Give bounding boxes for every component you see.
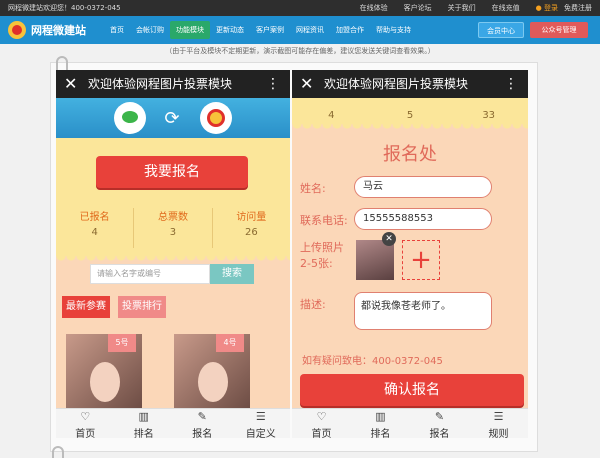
register-link[interactable]: 免费注册 — [564, 0, 592, 16]
heart-icon: ♡ — [316, 410, 327, 423]
link-recharge[interactable]: 在线充值 — [492, 0, 520, 16]
wechat-icon — [114, 102, 146, 134]
nav-item-join[interactable]: 加盟合作 — [330, 21, 370, 39]
notice-text: （由于平台及模块不定期更新，演示截图可能存在偏差，建议您发送关键词查看效果。） — [165, 47, 435, 55]
tab-register[interactable]: ✎ 报名 — [173, 409, 232, 438]
bar-chart-icon: ▥ — [138, 410, 149, 423]
tab-vote-ranking[interactable]: 投票排行 — [118, 296, 166, 318]
bar-chart-icon: ▥ — [375, 410, 386, 423]
stat-total-votes: 总票数 3 — [134, 208, 213, 248]
list-icon: ☰ — [255, 410, 266, 423]
tab-rules[interactable]: ☰ 规则 — [469, 409, 528, 438]
tab-home[interactable]: ♡ 首页 — [292, 409, 351, 438]
desc-textarea[interactable]: 都说我像苍老师了。 — [354, 292, 492, 330]
name-input[interactable]: 马云 — [354, 176, 492, 198]
phone-register-form: ✕ 欢迎体验网程图片投票模块 ⋮ 4 5 33 报名处 姓名: 马云 联系电话:… — [292, 70, 528, 438]
nav-item-help[interactable]: 帮助与支持 — [370, 21, 417, 39]
stat-registered: 已报名 4 — [56, 208, 135, 248]
tab-home[interactable]: ♡ 首页 — [56, 409, 115, 438]
edit-icon: ✎ — [197, 410, 207, 423]
bottom-tabbar: ♡ 首页 ▥ 排名 ✎ 报名 ☰ 规则 — [292, 408, 528, 438]
link-forum[interactable]: 客户论坛 — [404, 0, 432, 16]
close-icon[interactable]: ✕ — [64, 74, 77, 94]
nav-menu: 首页 会帐订购 功能模块 更新动态 客户案例 网程资讯 加盟合作 帮助与支持 — [104, 16, 417, 44]
logo-icon — [8, 21, 26, 39]
heart-icon: ♡ — [80, 410, 91, 423]
close-icon[interactable]: ✕ — [300, 74, 313, 94]
confirm-register-button[interactable]: 确认报名 — [300, 374, 524, 406]
phone-vote-home: ✕ 欢迎体验网程图片投票模块 ⋮ ⟳ 我要报名 已报名 4 总票数 3 访问量 … — [56, 70, 290, 438]
entry-number-badge: 4号 — [216, 334, 244, 352]
link-online-trial[interactable]: 在线体验 — [360, 0, 388, 16]
phone-title: 欢迎体验网程图片投票模块 — [324, 77, 469, 91]
entry-number-badge: 5号 — [108, 334, 136, 352]
edit-icon: ✎ — [434, 410, 445, 423]
tab-ranking[interactable]: ▥ 排名 — [115, 409, 174, 438]
top-links: 在线体验 客户论坛 关于我们 在线充值 ● 登录 免费注册 — [344, 0, 592, 16]
user-icon: ● — [535, 4, 542, 12]
nav-item-news[interactable]: 网程资讯 — [290, 21, 330, 39]
sync-icon: ⟳ — [164, 108, 180, 129]
add-photo-button[interactable]: + — [402, 240, 440, 280]
nav-item-cases[interactable]: 客户案例 — [250, 21, 290, 39]
register-button[interactable]: 我要报名 — [96, 156, 248, 188]
nav-item-home[interactable]: 首页 — [104, 21, 130, 39]
nav-item-order[interactable]: 会帐订购 — [130, 21, 170, 39]
tab-custom[interactable]: ☰ 自定义 — [232, 409, 291, 438]
brand-logo-icon — [200, 102, 232, 134]
public-account-button[interactable]: 公众号管理 — [530, 22, 588, 38]
paperclip-icon — [52, 446, 64, 458]
photo-label: 上传照片 2-5张: — [300, 241, 344, 270]
wave-divider — [292, 124, 528, 132]
site-logo[interactable]: 网程微建站 — [8, 21, 86, 39]
stats-row: 已报名 4 总票数 3 访问量 26 — [56, 208, 290, 248]
member-center-button[interactable]: 会员中心 — [478, 22, 524, 38]
tab-ranking[interactable]: ▥ 排名 — [351, 409, 410, 438]
name-label: 姓名: — [300, 182, 326, 195]
banner: ⟳ — [56, 98, 290, 138]
welcome-text: 网程微建站欢迎您！400-0372-045 — [8, 4, 121, 12]
list-icon: ☰ — [493, 410, 504, 423]
entry-card[interactable]: 4号 — [174, 334, 250, 414]
bottom-tabbar: ♡ 首页 ▥ 排名 ✎ 报名 ☰ 自定义 — [56, 408, 290, 438]
nav-item-modules[interactable]: 功能模块 — [170, 21, 210, 39]
form-heading: 报名处 — [383, 144, 437, 165]
uploaded-photo — [356, 240, 394, 280]
entry-card[interactable]: 5号 — [66, 334, 142, 414]
phone-header: ✕ 欢迎体验网程图片投票模块 ⋮ — [56, 70, 290, 98]
tab-register[interactable]: ✎ 报名 — [410, 409, 469, 438]
wave-divider — [56, 256, 290, 264]
main-nav: 网程微建站 首页 会帐订购 功能模块 更新动态 客户案例 网程资讯 加盟合作 帮… — [0, 16, 600, 44]
link-about[interactable]: 关于我们 — [448, 0, 476, 16]
entry-photo — [90, 362, 120, 402]
login-link[interactable]: ● 登录 — [536, 0, 558, 16]
contact-text: 如有疑问致电：400-0372-045 — [302, 356, 443, 367]
nav-item-updates[interactable]: 更新动态 — [210, 21, 250, 39]
entry-photo — [198, 362, 228, 402]
phone-header: ✕ 欢迎体验网程图片投票模块 ⋮ — [292, 70, 528, 98]
search-input[interactable]: 请输入名字或编号 — [90, 264, 210, 284]
top-bar: 网程微建站欢迎您！400-0372-045 在线体验 客户论坛 关于我们 在线充… — [0, 0, 600, 16]
stat-visits: 访问量 26 — [236, 212, 267, 238]
phone-label: 联系电话: — [300, 214, 348, 227]
search-button[interactable]: 搜索 — [210, 264, 254, 284]
logo-text: 网程微建站 — [31, 24, 86, 37]
stats-row: 4 5 33 — [292, 98, 528, 124]
more-icon[interactable]: ⋮ — [266, 74, 280, 94]
more-icon[interactable]: ⋮ — [504, 74, 518, 94]
remove-photo-icon[interactable]: ✕ — [382, 232, 396, 246]
phone-title: 欢迎体验网程图片投票模块 — [88, 77, 233, 91]
phone-input[interactable]: 15555588553 — [354, 208, 492, 230]
desc-label: 描述: — [300, 298, 326, 311]
tab-latest-entries[interactable]: 最新参赛 — [62, 296, 110, 318]
